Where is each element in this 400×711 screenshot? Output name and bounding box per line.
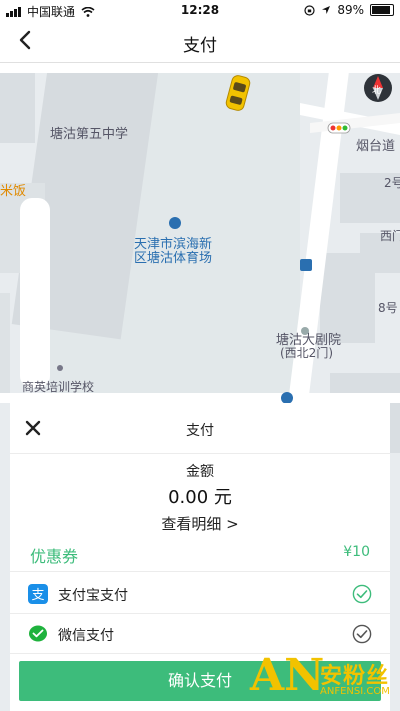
map-label-theater-line2: (西北2门) (280, 346, 333, 360)
map-label-rice: 米饭 (0, 184, 27, 199)
map-label-road: 烟台道 (356, 139, 396, 154)
amount-label: 金额 (186, 464, 214, 480)
payment-method-wechat[interactable]: 微信支付 (10, 615, 390, 654)
unchecked-circle-icon (352, 624, 372, 644)
amount-value: 0.00 元 (168, 487, 232, 508)
map-label-training-school: 商英培训学校 (22, 380, 95, 394)
payment-method-alipay[interactable]: 支 支付宝支付 (10, 575, 390, 614)
nav-bar: 支付 (0, 20, 400, 63)
location-arrow-icon (322, 6, 331, 14)
watermark-logo-mark: AN (250, 650, 325, 701)
coupon-row[interactable]: 优惠券 ¥10 (10, 533, 390, 572)
checked-circle-icon (352, 584, 372, 604)
coupon-label: 优惠券 (30, 547, 79, 566)
sheet-header: 支付 (10, 403, 390, 454)
page-title: 支付 (183, 36, 217, 56)
map-label-gate-2: 2号 (384, 176, 400, 190)
battery-icon (370, 4, 394, 16)
watermark-logo: AN 安粉丝 ANFENSI.COM (250, 650, 400, 711)
wechat-pay-icon (29, 625, 47, 642)
map-label-gate-8: 8号 (378, 301, 398, 315)
wechat-label: 微信支付 (58, 628, 114, 644)
sheet-title: 支付 (186, 423, 214, 439)
coupon-value: ¥10 (343, 544, 370, 560)
compass-north-label: 北 (372, 86, 382, 96)
map-label-stadium-line2: 区塘沽体育场 (134, 251, 213, 266)
lock-rotation-icon (304, 4, 315, 16)
map-label-school: 塘沽第五中学 (50, 127, 129, 142)
battery-percent: 89% (337, 3, 364, 17)
watermark-en: ANFENSI.COM (320, 686, 390, 697)
map-label-west-gate: 西门 (380, 229, 400, 243)
alipay-label: 支付宝支付 (58, 588, 128, 604)
status-right: 89% (304, 3, 394, 17)
status-bar: 中国联通 12:28 89% (0, 0, 400, 20)
alipay-icon: 支 (28, 584, 48, 604)
svg-text:支: 支 (31, 588, 44, 603)
view-details-link[interactable]: 查看明细 > (10, 513, 390, 534)
